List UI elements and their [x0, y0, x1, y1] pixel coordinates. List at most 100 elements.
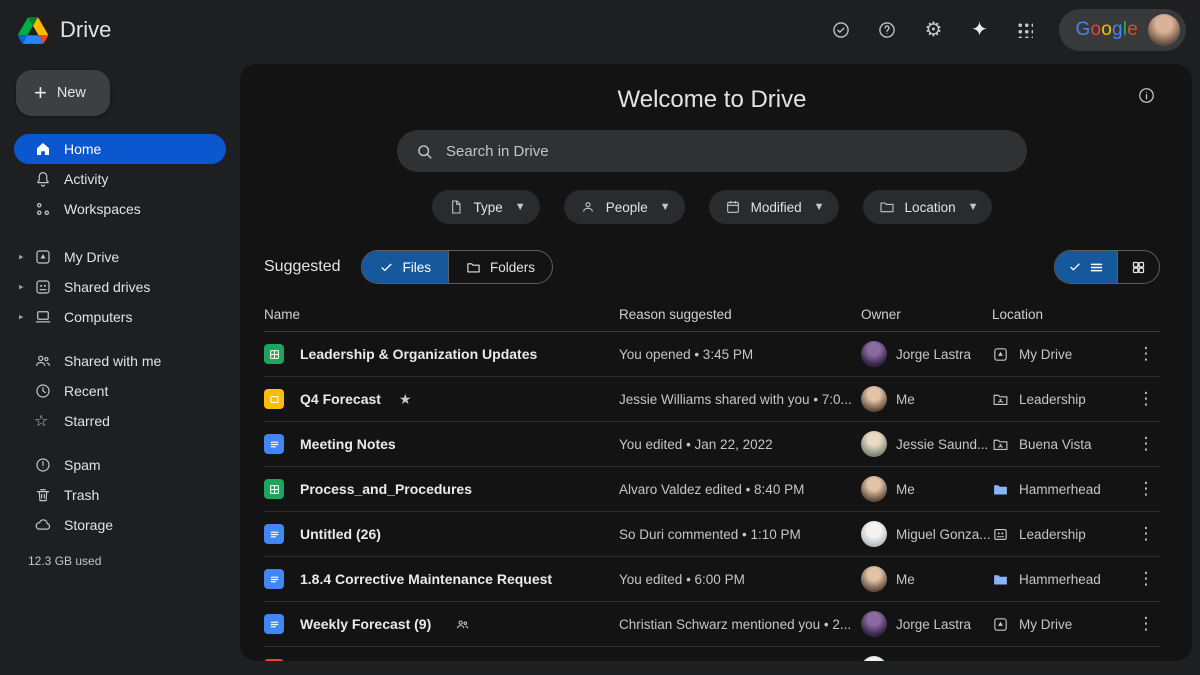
info-icon[interactable] [1137, 86, 1156, 105]
sidebar-item-label: Starred [64, 413, 110, 429]
settings-icon[interactable]: ⚙ [913, 10, 953, 50]
grid-view-button[interactable] [1117, 251, 1159, 283]
chevron-down-icon: ▼ [515, 201, 526, 213]
more-options-icon[interactable]: ⋮ [1132, 569, 1160, 589]
sidebar-item-computers[interactable]: ▸ Computers [14, 302, 226, 332]
sidebar-item-recent[interactable]: Recent [14, 376, 226, 406]
shared-drive-icon [992, 526, 1010, 543]
header-location[interactable]: Location [992, 307, 1132, 322]
files-folders-toggle: Files Folders [361, 250, 554, 284]
offline-status-icon[interactable] [821, 10, 861, 50]
reason-suggested: You edited • Jan 22, 2022 [619, 437, 861, 452]
owner-avatar [861, 521, 887, 547]
sidebar-item-shared-with-me[interactable]: Shared with me [14, 346, 226, 376]
sidebar-item-trash[interactable]: Trash [14, 480, 226, 510]
reason-suggested: Jessie Williams shared with you • 7:0... [619, 392, 861, 407]
more-options-icon[interactable]: ⋮ [1132, 479, 1160, 499]
files-toggle-button[interactable]: Files [362, 251, 449, 283]
search-input[interactable] [446, 143, 1009, 160]
filter-chips-row: Type ▼ People ▼ Modified ▼ Location ▼ [264, 190, 1160, 224]
image-file-icon [264, 659, 284, 661]
search-bar[interactable] [397, 130, 1027, 172]
more-options-icon[interactable]: ⋮ [1132, 524, 1160, 544]
sidebar-group-shared: Shared with me Recent ☆ Starred [0, 346, 240, 436]
header-reason[interactable]: Reason suggested [619, 307, 861, 322]
filter-chip-type[interactable]: Type ▼ [432, 190, 540, 224]
more-options-icon[interactable]: ⋮ [1132, 659, 1160, 661]
topbar: Drive ⚙ ✦ Google [0, 0, 1200, 60]
sidebar-item-home[interactable]: Home [14, 134, 226, 164]
sidebar-group-system: Spam Trash Storage [0, 450, 240, 540]
starred-icon: ★ [399, 391, 412, 408]
folder-icon [879, 199, 895, 215]
owner-name: Jessie Saund... [896, 437, 988, 452]
more-options-icon[interactable]: ⋮ [1132, 614, 1160, 634]
sidebar-item-shared-drives[interactable]: ▸ Shared drives [14, 272, 226, 302]
owner-avatar [861, 611, 887, 637]
main-panel: Welcome to Drive Type ▼ People ▼ [240, 64, 1192, 661]
new-button[interactable]: + New [16, 70, 110, 116]
folders-toggle-button[interactable]: Folders [448, 251, 552, 283]
folder-icon [466, 260, 481, 275]
table-row[interactable]: Untitled (26) So Duri commented • 1:10 P… [264, 512, 1160, 557]
gemini-sparkle-icon[interactable]: ✦ [959, 10, 999, 50]
google-logo: Google [1075, 19, 1138, 41]
storage-used-label: 12.3 GB used [28, 554, 240, 568]
search-icon [415, 142, 434, 161]
owner-name: Miguel Gonza... [896, 527, 991, 542]
sidebar-item-workspaces[interactable]: Workspaces [14, 194, 226, 224]
filter-chip-modified[interactable]: Modified ▼ [709, 190, 839, 224]
help-icon[interactable] [867, 10, 907, 50]
docs-file-icon [264, 524, 284, 544]
owner-avatar [861, 341, 887, 367]
table-row[interactable]: IMG_4234... You edited • ... ⋮ [264, 647, 1160, 661]
sidebar-item-storage[interactable]: Storage [14, 510, 226, 540]
drive-logo-icon [18, 17, 48, 44]
chevron-down-icon: ▼ [968, 201, 979, 213]
check-icon [1068, 260, 1082, 274]
table-row[interactable]: Process_and_Procedures Alvaro Valdez edi… [264, 467, 1160, 512]
sidebar-item-label: Shared drives [64, 279, 150, 295]
more-options-icon[interactable]: ⋮ [1132, 389, 1160, 409]
files-toggle-label: Files [403, 260, 432, 275]
sidebar-item-spam[interactable]: Spam [14, 450, 226, 480]
expand-caret-icon[interactable]: ▸ [19, 282, 24, 293]
sidebar-item-my-drive[interactable]: ▸ My Drive [14, 242, 226, 272]
table-row[interactable]: Meeting Notes You edited • Jan 22, 2022 … [264, 422, 1160, 467]
google-account-pill[interactable]: Google [1059, 9, 1186, 51]
table-header: Name Reason suggested Owner Location [264, 298, 1160, 332]
star-icon: ☆ [34, 411, 48, 431]
apps-grid-icon[interactable] [1005, 10, 1045, 50]
header-name[interactable]: Name [264, 307, 619, 322]
expand-caret-icon[interactable]: ▸ [19, 312, 24, 323]
more-options-icon[interactable]: ⋮ [1132, 344, 1160, 364]
table-row[interactable]: Weekly Forecast (9) Christian Schwarz me… [264, 602, 1160, 647]
cloud-icon [34, 516, 52, 534]
filter-chip-location[interactable]: Location ▼ [863, 190, 993, 224]
sidebar-item-activity[interactable]: Activity [14, 164, 226, 194]
table-row[interactable]: 1.8.4 Corrective Maintenance Request You… [264, 557, 1160, 602]
folders-toggle-label: Folders [490, 260, 535, 275]
list-view-button[interactable] [1055, 251, 1117, 283]
owner-name: Me [896, 392, 915, 407]
table-row[interactable]: Leadership & Organization Updates You op… [264, 332, 1160, 377]
sidebar-item-starred[interactable]: ☆ Starred [14, 406, 226, 436]
sidebar-item-label: My Drive [64, 249, 119, 265]
new-button-label: New [57, 85, 86, 101]
expand-caret-icon[interactable]: ▸ [19, 252, 24, 263]
person-icon [580, 199, 596, 215]
owner-name: Jorge Lastra [896, 617, 971, 632]
suggested-label: Suggested [264, 258, 341, 276]
drive-brand[interactable]: Drive [18, 17, 111, 44]
sheets-file-icon [264, 344, 284, 364]
more-options-icon[interactable]: ⋮ [1132, 434, 1160, 454]
owner-avatar [861, 386, 887, 412]
file-name: Leadership & Organization Updates [300, 346, 537, 362]
sidebar-group-drives: ▸ My Drive ▸ Shared drives ▸ Computers [0, 242, 240, 332]
shared-drives-icon [34, 278, 52, 296]
sidebar-item-label: Recent [64, 383, 108, 399]
header-owner[interactable]: Owner [861, 307, 992, 322]
reason-suggested: So Duri commented • 1:10 PM [619, 527, 861, 542]
filter-chip-people[interactable]: People ▼ [564, 190, 685, 224]
table-row[interactable]: Q4 Forecast ★ Jessie Williams shared wit… [264, 377, 1160, 422]
